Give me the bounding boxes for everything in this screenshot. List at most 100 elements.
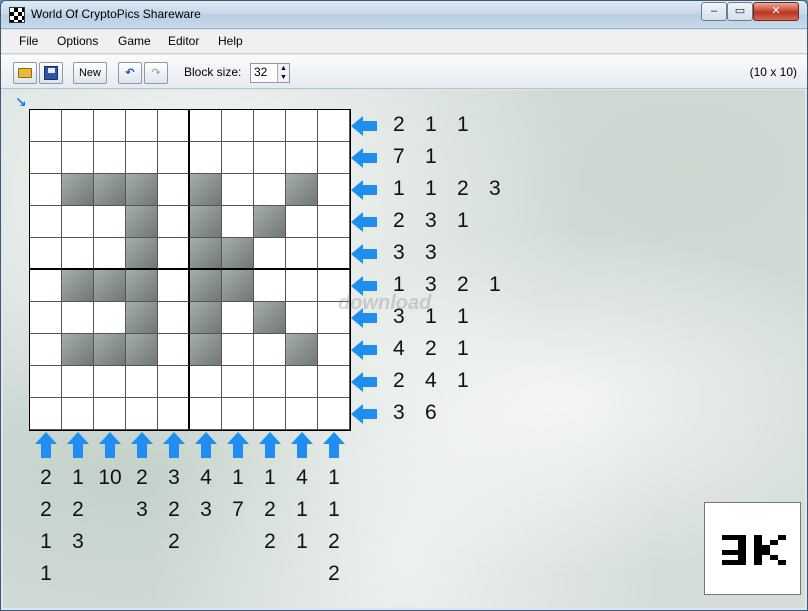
grid-cell[interactable] (318, 206, 350, 238)
grid-cell[interactable] (94, 334, 126, 366)
row-arrow-icon[interactable] (351, 211, 379, 233)
grid-cell[interactable] (94, 174, 126, 206)
grid-cell[interactable] (126, 366, 158, 398)
grid-cell[interactable] (222, 366, 254, 398)
grid-cell[interactable] (62, 302, 94, 334)
grid-cell[interactable] (318, 398, 350, 430)
grid-cell[interactable] (222, 110, 254, 142)
grid-cell[interactable] (318, 238, 350, 270)
grid-cell[interactable] (94, 302, 126, 334)
grid-cell[interactable] (158, 206, 190, 238)
grid-cell[interactable] (62, 238, 94, 270)
column-arrow-icon[interactable] (98, 432, 122, 460)
grid-cell[interactable] (286, 270, 318, 302)
grid-cell[interactable] (62, 174, 94, 206)
grid-cell[interactable] (190, 238, 222, 270)
grid-cell[interactable] (318, 334, 350, 366)
grid-cell[interactable] (222, 142, 254, 174)
grid-cell[interactable] (254, 398, 286, 430)
column-arrow-icon[interactable] (130, 432, 154, 460)
grid-cell[interactable] (126, 270, 158, 302)
menu-game[interactable]: Game (118, 34, 151, 48)
row-arrow-icon[interactable] (351, 371, 379, 393)
nonogram-grid[interactable] (29, 109, 351, 431)
maximize-button[interactable]: ▭ (727, 2, 753, 21)
grid-cell[interactable] (190, 270, 222, 302)
grid-cell[interactable] (222, 270, 254, 302)
row-arrow-icon[interactable] (351, 339, 379, 361)
close-button[interactable]: ✕ (753, 2, 799, 21)
title-bar[interactable]: World Of CryptoPics Shareware ‒ ▭ ✕ (1, 1, 807, 29)
grid-cell[interactable] (254, 270, 286, 302)
row-arrow-icon[interactable] (351, 179, 379, 201)
grid-cell[interactable] (286, 206, 318, 238)
grid-cell[interactable] (158, 398, 190, 430)
column-arrow-icon[interactable] (322, 432, 346, 460)
row-arrow-icon[interactable] (351, 243, 379, 265)
undo-button[interactable]: ↶ (118, 62, 142, 84)
grid-cell[interactable] (126, 142, 158, 174)
grid-cell[interactable] (62, 366, 94, 398)
grid-cell[interactable] (94, 238, 126, 270)
grid-cell[interactable] (222, 174, 254, 206)
grid-cell[interactable] (286, 110, 318, 142)
open-button[interactable] (13, 62, 37, 84)
grid-cell[interactable] (158, 366, 190, 398)
corner-arrow-icon[interactable]: ↘ (15, 94, 27, 111)
grid-cell[interactable] (254, 302, 286, 334)
grid-cell[interactable] (158, 334, 190, 366)
grid-cell[interactable] (94, 398, 126, 430)
grid-cell[interactable] (62, 270, 94, 302)
grid-cell[interactable] (190, 302, 222, 334)
grid-cell[interactable] (254, 334, 286, 366)
grid-cell[interactable] (158, 238, 190, 270)
grid-cell[interactable] (190, 174, 222, 206)
grid-cell[interactable] (94, 270, 126, 302)
grid-cell[interactable] (254, 366, 286, 398)
grid-cell[interactable] (222, 238, 254, 270)
menu-options[interactable]: Options (57, 34, 98, 48)
grid-cell[interactable] (126, 334, 158, 366)
grid-cell[interactable] (318, 110, 350, 142)
grid-cell[interactable] (30, 366, 62, 398)
spinner-arrows[interactable]: ▲ ▼ (277, 64, 289, 82)
row-arrow-icon[interactable] (351, 147, 379, 169)
grid-cell[interactable] (126, 238, 158, 270)
grid-cell[interactable] (190, 398, 222, 430)
menu-help[interactable]: Help (218, 34, 243, 48)
grid-cell[interactable] (62, 334, 94, 366)
row-arrow-icon[interactable] (351, 115, 379, 137)
grid-cell[interactable] (30, 270, 62, 302)
column-arrow-icon[interactable] (194, 432, 218, 460)
grid-cell[interactable] (190, 206, 222, 238)
grid-cell[interactable] (126, 110, 158, 142)
grid-cell[interactable] (318, 366, 350, 398)
grid-cell[interactable] (126, 174, 158, 206)
grid-cell[interactable] (286, 174, 318, 206)
grid-cell[interactable] (30, 142, 62, 174)
grid-cell[interactable] (222, 302, 254, 334)
grid-cell[interactable] (30, 206, 62, 238)
grid-cell[interactable] (254, 110, 286, 142)
grid-cell[interactable] (254, 174, 286, 206)
grid-cell[interactable] (62, 206, 94, 238)
grid-cell[interactable] (30, 302, 62, 334)
grid-cell[interactable] (126, 302, 158, 334)
grid-cell[interactable] (158, 110, 190, 142)
column-arrow-icon[interactable] (34, 432, 58, 460)
row-arrow-icon[interactable] (351, 403, 379, 425)
grid-cell[interactable] (190, 142, 222, 174)
column-arrow-icon[interactable] (290, 432, 314, 460)
grid-cell[interactable] (94, 142, 126, 174)
grid-cell[interactable] (94, 206, 126, 238)
column-arrow-icon[interactable] (226, 432, 250, 460)
grid-cell[interactable] (30, 398, 62, 430)
grid-cell[interactable] (286, 142, 318, 174)
grid-cell[interactable] (190, 366, 222, 398)
menu-editor[interactable]: Editor (168, 34, 199, 48)
grid-cell[interactable] (158, 174, 190, 206)
redo-button[interactable]: ↷ (144, 62, 168, 84)
grid-cell[interactable] (254, 238, 286, 270)
column-arrow-icon[interactable] (66, 432, 90, 460)
grid-cell[interactable] (318, 174, 350, 206)
